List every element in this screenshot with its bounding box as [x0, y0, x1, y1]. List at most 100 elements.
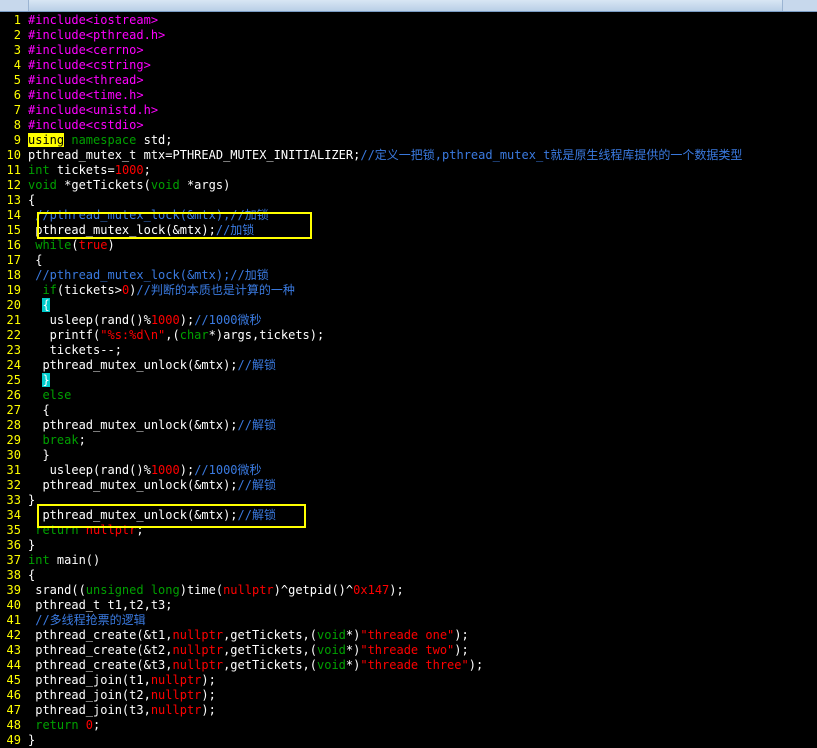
line-number: 16 [6, 238, 21, 252]
code-token: while [28, 238, 72, 252]
code-line[interactable]: 12 void *getTickets(void *args) [0, 178, 817, 193]
code-line[interactable]: 5 #include<thread> [0, 73, 817, 88]
code-line[interactable]: 10 pthread_mutex_t mtx=PTHREAD_MUTEX_INIT… [0, 148, 817, 163]
code-line[interactable]: 8 #include<cstdio> [0, 118, 817, 133]
code-token: ); [201, 688, 216, 702]
code-line[interactable]: 3 #include<cerrno> [0, 43, 817, 58]
code-line[interactable]: 44 pthread_create(&t3,nullptr,getTickets… [0, 658, 817, 673]
code-line[interactable]: 30 } [0, 448, 817, 463]
code-line[interactable]: 38 { [0, 568, 817, 583]
code-line[interactable]: 16 while(true) [0, 238, 817, 253]
code-token: ); [389, 583, 404, 597]
code-token: pthread_join(t2, [28, 688, 151, 702]
code-line[interactable]: 11 int tickets=1000; [0, 163, 817, 178]
code-line[interactable]: 21 usleep(rand()%1000);//1000微秒 [0, 313, 817, 328]
code-line[interactable]: 6 #include<time.h> [0, 88, 817, 103]
code-line[interactable]: 25 } [0, 373, 817, 388]
line-number: 26 [6, 388, 21, 402]
code-token: ); [179, 313, 195, 327]
code-token: nullptr [223, 583, 274, 597]
code-text: //pthread_mutex_lock(&mtx);//加锁 [28, 268, 269, 283]
code-line[interactable]: 2 #include<pthread.h> [0, 28, 817, 43]
code-line[interactable]: 32 pthread_mutex_unlock(&mtx);//解锁 [0, 478, 817, 493]
line-number: 36 [6, 538, 21, 552]
code-line[interactable]: 22 printf("%s:%d\n",(char*)args,tickets)… [0, 328, 817, 343]
code-line[interactable]: 46 pthread_join(t2,nullptr); [0, 688, 817, 703]
code-line[interactable]: 36} [0, 538, 817, 553]
code-line[interactable]: 24 pthread_mutex_unlock(&mtx);//解锁 [0, 358, 817, 373]
code-token: } [28, 448, 50, 462]
code-token: { [28, 403, 50, 417]
code-token: //解锁 [237, 418, 276, 432]
code-line[interactable]: 7 #include<unistd.h> [0, 103, 817, 118]
highlight-box-unlock [37, 504, 306, 528]
code-token: pthread_mutex_unlock(&mtx); [28, 358, 238, 372]
code-token: } [42, 373, 50, 387]
code-text: pthread_mutex_t mtx=PTHREAD_MUTEX_INITIA… [28, 148, 742, 163]
code-token: //解锁 [237, 478, 276, 492]
code-line[interactable]: 4 #include<cstring> [0, 58, 817, 73]
code-line[interactable]: 39 srand((unsigned long)time(nullptr)^ge… [0, 583, 817, 598]
code-token: usleep(rand()% [28, 463, 151, 477]
code-text: pthread_t t1,t2,t3; [28, 598, 172, 613]
line-number: 31 [6, 463, 21, 477]
code-line[interactable]: 28 pthread_mutex_unlock(&mtx);//解锁 [0, 418, 817, 433]
code-token: } [28, 733, 36, 747]
code-line[interactable]: 45 pthread_join(t1,nullptr); [0, 673, 817, 688]
code-text: usleep(rand()%1000);//1000微秒 [28, 463, 262, 478]
code-line[interactable]: 20 { [0, 298, 817, 313]
code-line[interactable]: 31 usleep(rand()%1000);//1000微秒 [0, 463, 817, 478]
code-token: ; [93, 718, 101, 732]
code-token: *) [345, 658, 361, 672]
code-line[interactable]: 48 return 0; [0, 718, 817, 733]
code-text: void *getTickets(void *args) [28, 178, 230, 193]
code-token: usleep(rand()% [28, 313, 151, 327]
code-token: *) [345, 628, 361, 642]
code-line[interactable]: 26 else [0, 388, 817, 403]
code-line[interactable]: 41 //多线程抢票的逻辑 [0, 613, 817, 628]
line-number: 18 [6, 268, 21, 282]
code-text: { [28, 298, 50, 313]
code-text: pthread_mutex_unlock(&mtx);//解锁 [28, 358, 276, 373]
code-text: #include<thread> [28, 73, 144, 88]
code-line[interactable]: 19 if(tickets>0)//判断的本质也是计算的一种 [0, 283, 817, 298]
line-number: 24 [6, 358, 21, 372]
code-token: nullptr [172, 643, 224, 657]
code-token: { [42, 298, 50, 312]
code-line[interactable]: 17 { [0, 253, 817, 268]
code-line[interactable]: 13 { [0, 193, 817, 208]
code-line[interactable]: 43 pthread_create(&t2,nullptr,getTickets… [0, 643, 817, 658]
code-token: pthread_join(t1, [28, 673, 151, 687]
code-token: ; [143, 163, 151, 177]
code-text: { [28, 253, 42, 268]
code-token: ,getTickets,( [223, 643, 317, 657]
code-token: //pthread_mutex_lock(&mtx);//加锁 [28, 268, 269, 282]
code-line[interactable]: 49} [0, 733, 817, 748]
code-line[interactable]: 29 break; [0, 433, 817, 448]
code-token: ); [201, 703, 216, 717]
code-text: { [28, 403, 50, 418]
code-line[interactable]: 40 pthread_t t1,t2,t3; [0, 598, 817, 613]
code-line[interactable]: 47 pthread_join(t3,nullptr); [0, 703, 817, 718]
code-token: nullptr [172, 658, 224, 672]
code-token: nullptr [172, 628, 224, 642]
line-number: 8 [13, 118, 21, 132]
code-line[interactable]: 37 int main() [0, 553, 817, 568]
line-number: 4 [13, 58, 21, 72]
code-line[interactable]: 23 tickets--; [0, 343, 817, 358]
code-line[interactable]: 18 //pthread_mutex_lock(&mtx);//加锁 [0, 268, 817, 283]
code-line[interactable]: 9 using namespace std; [0, 133, 817, 148]
code-line[interactable]: 1 #include<iostream> [0, 13, 817, 28]
line-number: 37 [6, 553, 21, 567]
line-number: 25 [6, 373, 21, 387]
code-line[interactable]: 42 pthread_create(&t1,nullptr,getTickets… [0, 628, 817, 643]
code-token: nullptr [150, 673, 202, 687]
window-top-bar-left [0, 0, 29, 11]
code-line[interactable]: 27 { [0, 403, 817, 418]
code-editor[interactable]: 1 #include<iostream> 2 #include<pthread.h> 3… [0, 12, 817, 747]
code-token: ); [179, 463, 195, 477]
code-token: void [317, 658, 346, 672]
line-number: 3 [13, 43, 21, 57]
code-token: pthread_create(&t3, [28, 658, 173, 672]
line-number: 21 [6, 313, 21, 327]
